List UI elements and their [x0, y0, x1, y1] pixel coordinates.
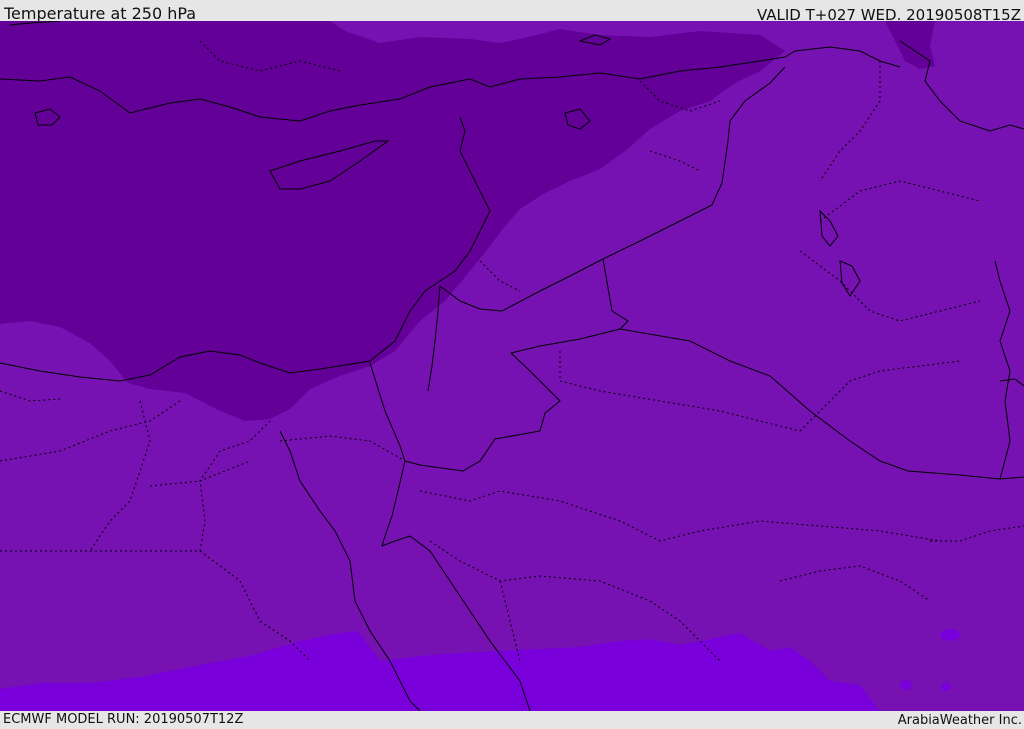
credit-label: ArabiaWeather Inc. [897, 713, 1022, 728]
model-run-label: ECMWF MODEL RUN: 20190507T12Z [3, 712, 244, 727]
warm-spot-2 [900, 680, 912, 690]
map-canvas [0, 21, 1024, 711]
warm-spot-3 [941, 683, 951, 691]
footer-bar: ECMWF MODEL RUN: 20190507T12Z ArabiaWeat… [0, 711, 1024, 729]
warm-spot-1 [940, 629, 960, 641]
temperature-map[interactable] [0, 21, 1024, 711]
header-bar: Temperature at 250 hPa VALID T+027 WED. … [0, 0, 1024, 24]
